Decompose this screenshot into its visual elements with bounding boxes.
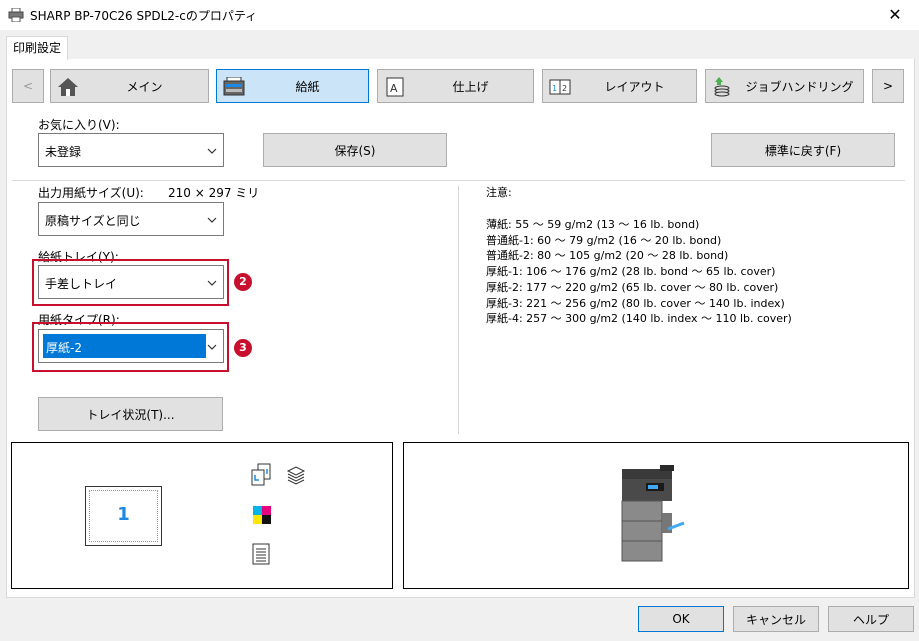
save-button[interactable]: 保存(S) xyxy=(263,133,447,167)
output-paper-size-value: 原稿サイズと同じ xyxy=(45,214,141,228)
paper-tray-dropdown[interactable]: 手差しトレイ xyxy=(38,265,224,299)
stack-icon xyxy=(286,466,306,485)
nav-tab-label: 給紙 xyxy=(295,80,320,94)
job-handling-icon xyxy=(714,77,730,97)
note-line: 厚紙-4: 257 ～ 300 g/m2 (140 lb. index ～ 11… xyxy=(486,312,792,326)
note-line: 厚紙-2: 177 ～ 220 g/m2 (65 lb. cover ～ 80 … xyxy=(486,280,779,294)
duplex-icon xyxy=(251,463,271,486)
nav-prev-button[interactable]: < xyxy=(12,69,44,103)
chevron-down-icon xyxy=(207,148,217,154)
notes-list: 薄紙: 55 ～ 59 g/m2 (13 ～ 16 lb. bond) 普通紙-… xyxy=(486,217,792,327)
window-title: SHARP BP-70C26 SPDL2-cのプロパティ xyxy=(30,9,258,23)
notes-divider xyxy=(458,186,459,434)
note-line: 薄紙: 55 ～ 59 g/m2 (13 ～ 16 lb. bond) xyxy=(486,218,700,231)
nav-next-button[interactable]: > xyxy=(872,69,904,103)
annotation-badge-3: 3 xyxy=(234,339,252,357)
note-line: 普通紙-2: 80 ～ 105 g/m2 (20 ～ 28 lb. bond) xyxy=(486,249,729,263)
favorites-dropdown[interactable]: 未登録 xyxy=(38,133,224,167)
output-paper-size-label: 出力用紙サイズ(U): xyxy=(38,186,144,200)
cancel-button[interactable]: キャンセル xyxy=(733,606,819,632)
tray-status-button[interactable]: トレイ状況(T)... xyxy=(38,397,223,431)
nav-tab-label: メイン xyxy=(126,80,163,94)
finishing-icon: A xyxy=(386,77,404,97)
notes-heading: 注意: xyxy=(486,186,512,199)
paper-tray-icon xyxy=(223,77,245,96)
output-paper-dimensions: 210 × 297 ミリ xyxy=(168,186,260,200)
page-number: 1 xyxy=(117,504,130,525)
help-button[interactable]: ヘルプ xyxy=(828,606,914,632)
svg-text:1: 1 xyxy=(552,84,557,93)
tab-print-settings[interactable]: 印刷設定 xyxy=(6,36,68,60)
note-line: 厚紙-3: 221 ～ 256 g/m2 (80 lb. cover ～ 140… xyxy=(486,296,785,310)
paper-tray-value: 手差しトレイ xyxy=(45,277,118,291)
favorites-label: お気に入り(V): xyxy=(38,118,120,132)
note-line: 普通紙-1: 60 ～ 79 g/m2 (16 ～ 20 lb. bond) xyxy=(486,233,722,247)
page-preview: 1 xyxy=(85,486,162,546)
nav-tab-layout[interactable]: 1 2 レイアウト xyxy=(542,69,697,103)
reset-defaults-button[interactable]: 標準に戻す(F) xyxy=(711,133,895,167)
nav-tab-label: レイアウト xyxy=(604,80,665,94)
layout-icon: 1 2 xyxy=(549,79,571,95)
svg-text:A: A xyxy=(390,82,398,95)
nav-tab-paper-source[interactable]: 給紙 xyxy=(216,69,369,103)
nav-tab-main[interactable]: メイン xyxy=(50,69,209,103)
nav-tab-finishing[interactable]: A 仕上げ xyxy=(377,69,534,103)
paper-type-dropdown[interactable]: 厚紙-2 xyxy=(38,329,224,363)
print-preview-panel: 1 xyxy=(11,442,393,589)
printer-preview-panel xyxy=(403,442,909,589)
close-button[interactable]: ✕ xyxy=(882,3,908,27)
title-bar: SHARP BP-70C26 SPDL2-cのプロパティ ✕ xyxy=(0,0,919,30)
color-mode-icon xyxy=(253,506,271,524)
document-icon xyxy=(252,543,270,565)
nav-tab-label: 仕上げ xyxy=(452,80,489,94)
note-line: 厚紙-1: 106 ～ 176 g/m2 (28 lb. bond ～ 65 l… xyxy=(486,265,776,279)
ok-button[interactable]: OK xyxy=(638,606,724,632)
svg-text:2: 2 xyxy=(562,84,567,93)
nav-tab-job-handling[interactable]: ジョブハンドリング xyxy=(705,69,864,103)
chevron-down-icon xyxy=(207,217,217,223)
chevron-down-icon xyxy=(207,344,217,350)
chevron-down-icon xyxy=(207,280,217,286)
home-icon xyxy=(58,78,78,96)
output-paper-size-dropdown[interactable]: 原稿サイズと同じ xyxy=(38,202,224,236)
printer-icon xyxy=(8,8,24,22)
section-divider xyxy=(12,180,905,181)
paper-type-value: 厚紙-2 xyxy=(43,334,206,358)
favorites-value: 未登録 xyxy=(45,145,82,159)
printer-illustration-icon xyxy=(621,465,685,562)
annotation-badge-2: 2 xyxy=(234,273,252,291)
nav-tab-label: ジョブハンドリング xyxy=(745,80,854,94)
